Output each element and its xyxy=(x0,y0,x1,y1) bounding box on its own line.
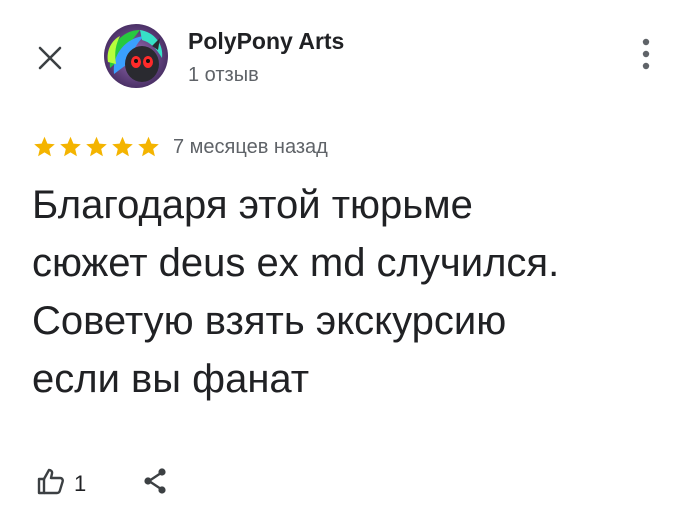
star-icon xyxy=(58,135,83,159)
more-vert-icon xyxy=(642,38,650,75)
like-count: 1 xyxy=(74,470,87,496)
review-text-line: Благодаря этой тюрьме xyxy=(32,183,473,227)
star-icon xyxy=(84,135,109,159)
author-review-count: 1 отзыв xyxy=(188,64,259,86)
review-text-line: сюжет deus ex md случился. xyxy=(32,241,560,285)
author-name[interactable]: PolyPony Arts xyxy=(188,28,344,55)
star-icon xyxy=(136,135,161,159)
like-button[interactable]: 1 xyxy=(36,466,86,501)
rating-row: 7 месяцев назад xyxy=(32,134,328,160)
avatar[interactable] xyxy=(104,24,168,88)
review-date: 7 месяцев назад xyxy=(173,135,328,158)
close-button[interactable] xyxy=(30,40,70,80)
review-text: Благодаря этой тюрьме сюжет deus ex md с… xyxy=(32,176,672,408)
review-text-line: Советую взять экскурсию xyxy=(32,299,507,343)
thumb-up-icon xyxy=(36,466,66,501)
more-options-button[interactable] xyxy=(628,36,664,76)
review-actions: 1 xyxy=(36,466,170,501)
share-icon xyxy=(140,466,170,501)
share-button[interactable] xyxy=(140,466,170,501)
star-icon xyxy=(110,135,135,159)
close-icon xyxy=(37,45,63,76)
star-rating xyxy=(32,135,161,159)
star-icon xyxy=(32,135,57,159)
review-text-line: если вы фанат xyxy=(32,357,310,401)
